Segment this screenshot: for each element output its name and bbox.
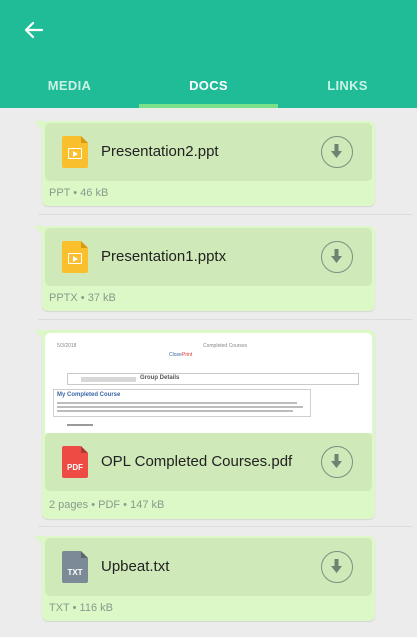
- file-row[interactable]: TXT Upbeat.txt: [45, 538, 372, 596]
- file-row[interactable]: Presentation2.ppt: [45, 123, 372, 181]
- file-name: Presentation1.pptx: [101, 248, 227, 265]
- document-item[interactable]: TXT Upbeat.txt TXT • 116 kB: [34, 536, 375, 621]
- document-preview[interactable]: 5/3/2018 Completed Courses Close Print G…: [45, 333, 372, 433]
- preview-close-link: Close: [169, 352, 182, 358]
- tab-media[interactable]: MEDIA: [0, 62, 139, 108]
- header: MEDIA DOCS LINKS: [0, 0, 417, 108]
- download-icon: [331, 559, 342, 573]
- download-button[interactable]: [321, 551, 353, 583]
- file-meta: PPT • 46 kB: [49, 187, 109, 199]
- preview-section: Group Details: [67, 373, 359, 385]
- document-item[interactable]: 5/3/2018 Completed Courses Close Print G…: [34, 330, 375, 519]
- download-icon: [331, 144, 342, 158]
- tab-docs[interactable]: DOCS: [139, 62, 278, 108]
- file-type: TXT: [49, 602, 70, 614]
- pdf-icon-label: PDF: [67, 463, 83, 472]
- download-button[interactable]: [321, 241, 353, 273]
- pdf-file-icon: PDF: [62, 446, 88, 478]
- documents-list: Presentation2.ppt PPT • 46 kB Presentati…: [0, 108, 417, 637]
- file-name: OPL Completed Courses.pdf: [101, 453, 293, 470]
- presentation-file-icon: [62, 241, 88, 273]
- file-name: Presentation2.ppt: [101, 143, 219, 160]
- divider: [38, 214, 412, 215]
- file-size: 116 kB: [79, 602, 113, 614]
- file-name: Upbeat.txt: [101, 558, 170, 575]
- file-row[interactable]: Presentation1.pptx: [45, 228, 372, 286]
- download-button[interactable]: [321, 136, 353, 168]
- document-item[interactable]: Presentation2.ppt PPT • 46 kB: [34, 121, 375, 206]
- preview-box-heading: My Completed Course: [57, 392, 121, 398]
- download-button[interactable]: [321, 446, 353, 478]
- document-item[interactable]: Presentation1.pptx PPTX • 37 kB: [34, 226, 375, 311]
- file-meta: TXT • 116 kB: [49, 602, 113, 614]
- download-icon: [331, 249, 342, 263]
- presentation-file-icon: [62, 136, 88, 168]
- preview-date: 5/3/2018: [57, 343, 77, 349]
- download-icon: [331, 454, 342, 468]
- file-type: PPT: [49, 187, 71, 199]
- page-count: 2 pages: [49, 499, 89, 511]
- back-button[interactable]: [22, 18, 46, 42]
- file-size: 46 kB: [80, 187, 109, 199]
- file-meta: 2 pages • PDF • 147 kB: [49, 499, 165, 511]
- tab-bar: MEDIA DOCS LINKS: [0, 62, 417, 108]
- preview-box: My Completed Course: [53, 389, 311, 417]
- preview-title: Completed Courses: [203, 343, 248, 349]
- divider: [38, 526, 412, 527]
- file-row[interactable]: PDF OPL Completed Courses.pdf: [45, 433, 372, 491]
- txt-file-icon: TXT: [62, 551, 88, 583]
- file-meta: PPTX • 37 kB: [49, 292, 116, 304]
- file-type: PPTX: [49, 292, 78, 304]
- file-type: PDF: [98, 499, 121, 511]
- arrow-left-icon: [24, 21, 44, 39]
- tab-links[interactable]: LINKS: [278, 62, 417, 108]
- divider: [38, 319, 412, 320]
- preview-print-link: Print: [182, 352, 193, 358]
- file-size: 37 kB: [87, 292, 116, 304]
- file-size: 147 kB: [130, 499, 165, 511]
- preview-section-title: Group Details: [140, 375, 180, 381]
- txt-icon-label: TXT: [67, 568, 83, 577]
